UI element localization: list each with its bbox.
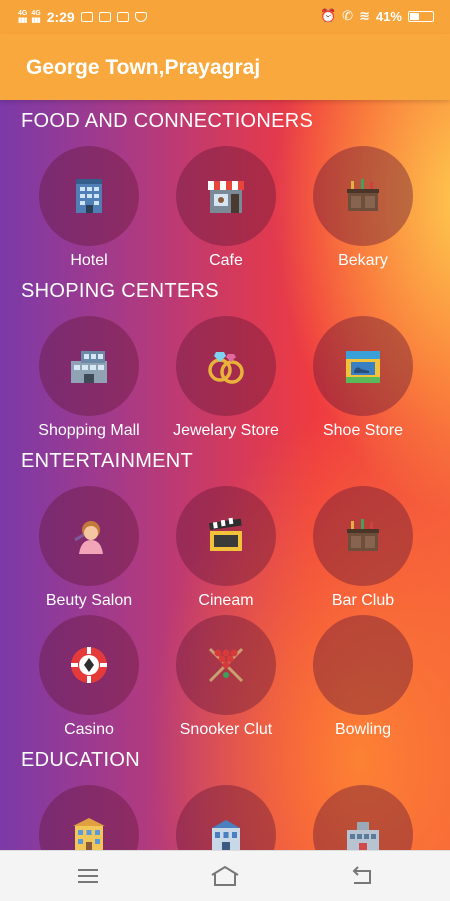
category-circle[interactable] [39,785,139,850]
section-title-food: FOOD AND CONNECTIONERS [21,110,314,132]
status-bar: 4G ▮▮▮ 4G ▮▮▮ 2:29 ⏰ ✆ ≋ 41% [0,0,450,34]
clapperboard-icon [209,517,242,551]
battery-percent: 41% [375,8,402,24]
network-indicator-2: 4G ▮▮▮ [31,10,41,24]
menu-button[interactable] [68,863,108,889]
institute-building-icon [347,822,379,850]
college-building-icon [212,820,240,850]
section-title-education: EDUCATION [21,749,140,771]
system-navigation-bar [0,850,450,901]
category-cafe[interactable]: Cafe [176,146,276,270]
category-jewelry-store[interactable]: Jewelary Store [173,316,279,440]
category-circle[interactable] [313,146,413,246]
category-cinema[interactable]: Cineam [176,486,276,610]
category-college[interactable] [176,785,276,850]
wifi-icon: ≋ [359,8,370,23]
category-label: Shopping Mall [38,422,140,439]
category-circle[interactable] [313,316,413,416]
category-circle[interactable] [39,615,139,715]
bakery-counter-icon [347,179,379,211]
hotel-building-icon [76,179,102,213]
category-bowling[interactable]: Bowling [313,615,413,739]
category-circle[interactable] [176,785,276,850]
network-indicator-1: 4G ▮▮▮ [18,10,28,24]
shopping-mall-icon [71,351,107,383]
school-building-icon [73,818,105,850]
notification-icon [98,12,111,22]
category-label: Snooker Clut [179,721,273,738]
category-snooker[interactable]: Snooker Clut [176,615,276,739]
cafe-storefront-icon [208,181,244,213]
category-shoe-store[interactable]: Shoe Store [313,316,413,440]
notification-icon [80,12,93,22]
rings-icon [208,352,244,384]
snooker-cues-icon [208,647,244,683]
casino-chip-icon [71,647,107,683]
category-label: Bekary [338,252,388,269]
call-icon: ✆ [342,8,354,23]
app-bar: George Town,Prayagraj [0,34,450,100]
page-title: George Town,Prayagraj [26,56,261,79]
back-button[interactable] [342,863,382,889]
shield-icon [134,12,147,22]
salon-icon [74,521,103,554]
category-institute[interactable] [313,785,413,850]
category-circle[interactable] [39,486,139,586]
category-circle[interactable] [313,615,413,715]
category-circle[interactable] [313,486,413,586]
category-shopping-mall[interactable]: Shopping Mall [38,316,140,440]
category-school[interactable] [39,785,139,850]
battery-icon [408,10,434,22]
mail-icon [116,12,129,22]
category-circle[interactable] [176,615,276,715]
category-circle[interactable] [176,146,276,246]
category-label: Jewelary Store [173,422,279,439]
section-title-shopping: SHOPING CENTERS [21,280,219,302]
category-label: Cineam [198,592,254,609]
category-circle[interactable] [176,486,276,586]
category-bakery[interactable]: Bekary [313,146,413,270]
category-label: Shoe Store [322,422,404,439]
category-label: Casino [64,721,114,738]
category-label: Bar Club [331,592,395,609]
category-label: Hotel [70,252,108,269]
bar-counter-icon [347,519,379,551]
category-circle[interactable] [176,316,276,416]
category-circle[interactable] [39,146,139,246]
home-icon [211,865,239,886]
section-title-entertainment: ENTERTAINMENT [21,450,194,472]
category-circle[interactable] [39,316,139,416]
category-label: Beuty Salon [45,592,133,609]
home-button[interactable] [205,863,245,889]
shoe-store-icon [346,351,380,383]
category-hotel[interactable]: Hotel [39,146,139,270]
category-bar-club[interactable]: Bar Club [313,486,413,610]
alarm-icon: ⏰ [319,8,337,23]
category-list[interactable]: FOOD AND CONNECTIONERS Hotel Cafe Bekary… [0,100,450,850]
menu-icon [78,869,98,883]
category-label: Bowling [334,721,392,738]
category-label: Cafe [209,252,243,269]
category-beauty-salon[interactable]: Beuty Salon [39,486,139,610]
category-circle[interactable] [313,785,413,850]
category-casino[interactable]: Casino [39,615,139,739]
back-icon [352,866,371,884]
clock: 2:29 [46,9,75,25]
